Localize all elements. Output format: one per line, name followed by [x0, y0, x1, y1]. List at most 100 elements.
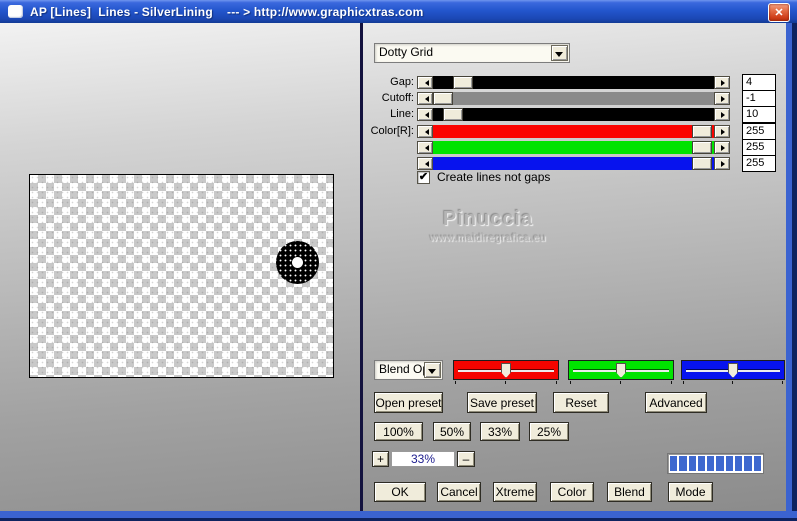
zoom-33-button[interactable]: 33% — [480, 422, 520, 441]
slider-arrow-right-button[interactable] — [714, 108, 730, 121]
param-value-field[interactable]: -1 — [742, 90, 776, 107]
watermark-name: Pinuccia — [442, 208, 534, 230]
slider-track[interactable] — [433, 125, 714, 138]
reset-button[interactable]: Reset — [553, 392, 609, 413]
slider-track[interactable] — [433, 76, 714, 89]
blend-trackbar[interactable] — [568, 360, 674, 380]
close-button[interactable]: ✕ — [768, 3, 790, 22]
tick-mark — [683, 381, 684, 384]
color-button[interactable]: Color — [550, 482, 594, 502]
slider-arrow-left-button[interactable] — [417, 76, 433, 89]
watermark: Pinuccia www.maidiregrafica.eu — [378, 208, 598, 244]
slider-arrow-right-button[interactable] — [714, 92, 730, 105]
chevron-down-icon[interactable] — [424, 362, 441, 378]
slider-thumb[interactable] — [691, 125, 712, 138]
title-bar[interactable]: AP [Lines] Lines - SilverLining --- > ht… — [0, 0, 797, 23]
xtreme-button[interactable]: Xtreme — [493, 482, 537, 502]
slider-track[interactable] — [433, 157, 714, 170]
window-title: AP [Lines] Lines - SilverLining --- > ht… — [30, 4, 424, 19]
param-label — [369, 155, 414, 172]
tick-mark — [570, 381, 571, 384]
zoom-100-button[interactable]: 100% — [374, 422, 423, 441]
param-label: Color[R]: — [370, 125, 414, 137]
tick-mark — [732, 381, 733, 384]
param-label: Line: — [390, 108, 414, 120]
blend-options-select[interactable]: Blend Opti — [374, 360, 443, 380]
param-value-field[interactable]: 10 — [742, 106, 776, 123]
param-value-field[interactable]: 255 — [742, 123, 776, 140]
param-value-field[interactable]: 4 — [742, 74, 776, 91]
button-label: 33% — [487, 424, 513, 439]
slider-track[interactable] — [433, 141, 714, 154]
blend-trackbar[interactable] — [453, 360, 559, 380]
param-value-field[interactable]: 255 — [742, 139, 776, 156]
param-label — [369, 139, 414, 156]
button-label: Mode — [675, 485, 706, 499]
blend-trackbar[interactable] — [681, 360, 785, 380]
param-slider-row: Gap: 4 — [369, 74, 776, 91]
button-label: Open preset — [375, 395, 442, 410]
trackbar-thumb[interactable] — [616, 363, 626, 378]
slider-arrow-right-button[interactable] — [714, 141, 730, 154]
slider-thumb[interactable] — [433, 92, 453, 105]
mode-button[interactable]: Mode — [668, 482, 713, 502]
progress-segments — [670, 456, 761, 471]
zoom-50-button[interactable]: 50% — [433, 422, 471, 441]
slider-arrow-left-button[interactable] — [417, 141, 433, 154]
slider-track[interactable] — [433, 108, 714, 121]
zoom-level-value: 33% — [410, 452, 436, 466]
create-lines-label: Create lines not gaps — [437, 170, 551, 184]
dotty-grid-shape — [276, 241, 319, 284]
slider-thumb[interactable] — [691, 141, 712, 154]
tick-mark — [455, 381, 456, 384]
progress-bar — [667, 453, 764, 474]
blend-trackbar-red-wrap — [453, 360, 559, 385]
zoom-in-button[interactable]: + — [372, 451, 389, 467]
blend-trackbar-green-wrap — [568, 360, 674, 385]
button-label: Blend — [614, 485, 645, 499]
tick-mark — [556, 381, 557, 384]
trackbar-thumb[interactable] — [501, 363, 511, 378]
zoom-out-button[interactable]: – — [457, 451, 475, 467]
slider-thumb[interactable] — [691, 157, 712, 170]
app-icon — [8, 5, 23, 18]
button-label: OK — [391, 485, 409, 499]
minus-icon: – — [462, 452, 470, 466]
open-preset-button[interactable]: Open preset — [374, 392, 443, 413]
ok-button[interactable]: OK — [374, 482, 426, 502]
slider-arrow-left-button[interactable] — [417, 125, 433, 138]
param-value-field[interactable]: 255 — [742, 155, 776, 172]
slider-arrow-left-button[interactable] — [417, 108, 433, 121]
slider-thumb[interactable] — [442, 108, 463, 121]
trackbar-thumb[interactable] — [728, 363, 738, 378]
chevron-down-icon[interactable] — [551, 45, 568, 61]
slider-arrow-right-button[interactable] — [714, 125, 730, 138]
param-label: Cutoff: — [381, 92, 414, 104]
slider-arrow-right-button[interactable] — [714, 157, 730, 170]
advanced-button[interactable]: Advanced — [645, 392, 707, 413]
preview-canvas[interactable] — [29, 174, 334, 378]
watermark-url: www.maidiregrafica.eu — [429, 232, 547, 244]
blend-button[interactable]: Blend — [607, 482, 652, 502]
button-label: Reset — [565, 395, 597, 410]
zoom-level-field[interactable]: 33% — [391, 451, 455, 467]
slider-arrow-left-button[interactable] — [417, 157, 433, 170]
cancel-button[interactable]: Cancel — [437, 482, 481, 502]
param-slider-row: Color[R]: 255 — [369, 123, 776, 140]
button-label: 100% — [383, 424, 414, 439]
effect-select-value: Dotty Grid — [379, 45, 434, 59]
param-slider-row: Cutoff: -1 — [369, 90, 776, 107]
param-slider-row: 255 — [369, 139, 776, 156]
slider-arrow-left-button[interactable] — [417, 92, 433, 105]
save-preset-button[interactable]: Save preset — [467, 392, 537, 413]
checkmark-icon: ✔ — [418, 171, 429, 183]
slider-track[interactable] — [433, 92, 714, 105]
zoom-25-button[interactable]: 25% — [529, 422, 569, 441]
create-lines-checkbox[interactable]: ✔ — [417, 171, 430, 184]
tick-mark — [620, 381, 621, 384]
effect-select[interactable]: Dotty Grid — [374, 43, 570, 63]
window-border-right — [786, 23, 797, 521]
button-label: Advanced — [649, 395, 703, 410]
slider-arrow-right-button[interactable] — [714, 76, 730, 89]
slider-thumb[interactable] — [452, 76, 473, 89]
